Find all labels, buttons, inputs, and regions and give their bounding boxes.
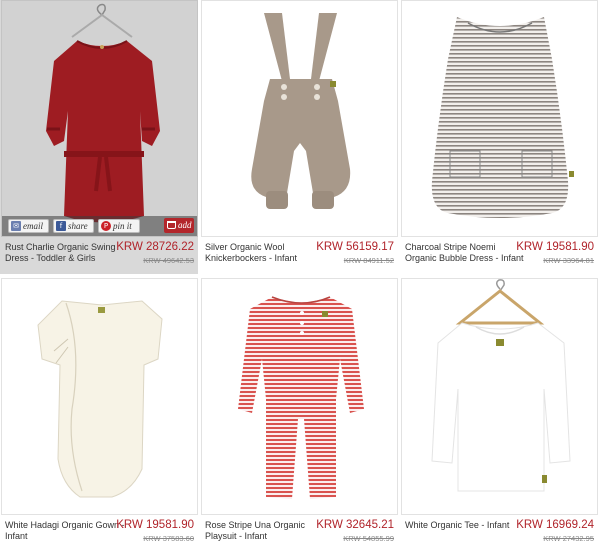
product-name[interactable]: Silver Organic Wool Knickerbockers - Inf… — [205, 242, 325, 264]
facebook-icon: f — [56, 221, 66, 231]
product-name[interactable]: White Organic Tee - Infant — [405, 520, 525, 531]
cart-icon — [167, 221, 176, 229]
product-price: KRW 16969.24 — [516, 519, 594, 531]
product-info: White Organic Tee - Infant KRW 16969.24 … — [403, 517, 598, 551]
product-info: Rose Stripe Una Organic Playsuit - Infan… — [203, 517, 398, 551]
product-card[interactable]: ✉ email f share P pin it add Rust Charli… — [0, 0, 198, 274]
facebook-share-button[interactable]: f share — [53, 219, 94, 233]
product-info: Rust Charlie Organic Swing Dress - Toddl… — [3, 239, 198, 273]
product-card[interactable]: White Hadagi Organic Gown - Infant KRW 1… — [0, 278, 198, 552]
product-grid: ✉ email f share P pin it add Rust Charli… — [0, 0, 600, 552]
product-name[interactable]: Rose Stripe Una Organic Playsuit - Infan… — [205, 520, 325, 542]
product-original-price: KRW 27432.95 — [543, 534, 594, 543]
product-card[interactable]: White Organic Tee - Infant KRW 16969.24 … — [400, 278, 598, 552]
email-button[interactable]: ✉ email — [8, 219, 49, 233]
product-image[interactable] — [401, 278, 598, 515]
product-price: KRW 56159.17 — [316, 241, 394, 253]
product-price: KRW 28726.22 — [116, 241, 194, 253]
product-info: Silver Organic Wool Knickerbockers - Inf… — [203, 239, 398, 273]
product-image[interactable] — [201, 0, 398, 237]
email-icon: ✉ — [11, 221, 21, 231]
tee-illustration — [431, 279, 571, 492]
product-name[interactable]: White Hadagi Organic Gown - Infant — [5, 520, 125, 542]
dress-illustration — [46, 3, 160, 223]
product-card[interactable]: Charcoal Stripe Noemi Organic Bubble Dre… — [400, 0, 598, 274]
product-image[interactable] — [401, 0, 598, 237]
product-image[interactable] — [201, 278, 398, 515]
hanger-icon — [455, 279, 545, 325]
product-original-price: KRW 84911.52 — [343, 256, 394, 265]
share-bar: ✉ email f share P pin it add — [2, 216, 197, 236]
product-card[interactable]: Rose Stripe Una Organic Playsuit - Infan… — [200, 278, 398, 552]
product-name[interactable]: Rust Charlie Organic Swing Dress - Toddl… — [5, 242, 125, 264]
gown-illustration — [37, 300, 163, 498]
product-original-price: KRW 54855.99 — [343, 534, 394, 543]
playsuit-illustration — [238, 296, 364, 499]
product-original-price: KRW 37583.60 — [143, 534, 194, 543]
pinterest-icon: P — [101, 221, 111, 231]
product-original-price: KRW 49642.53 — [143, 256, 194, 265]
product-original-price: KRW 33964.81 — [543, 256, 594, 265]
knickerbockers-illustration — [251, 13, 351, 209]
product-price: KRW 19581.90 — [116, 519, 194, 531]
product-image[interactable]: ✉ email f share P pin it add — [1, 0, 198, 237]
product-card[interactable]: Silver Organic Wool Knickerbockers - Inf… — [200, 0, 398, 274]
product-image[interactable] — [1, 278, 198, 515]
add-to-cart-button[interactable]: add — [164, 218, 194, 233]
product-info: Charcoal Stripe Noemi Organic Bubble Dre… — [403, 239, 598, 273]
bubble-dress-illustration — [431, 17, 574, 218]
pinterest-button[interactable]: P pin it — [98, 219, 140, 233]
product-price: KRW 19581.90 — [516, 241, 594, 253]
product-info: White Hadagi Organic Gown - Infant KRW 1… — [3, 517, 198, 551]
product-price: KRW 32645.21 — [316, 519, 394, 531]
product-name[interactable]: Charcoal Stripe Noemi Organic Bubble Dre… — [405, 242, 525, 264]
